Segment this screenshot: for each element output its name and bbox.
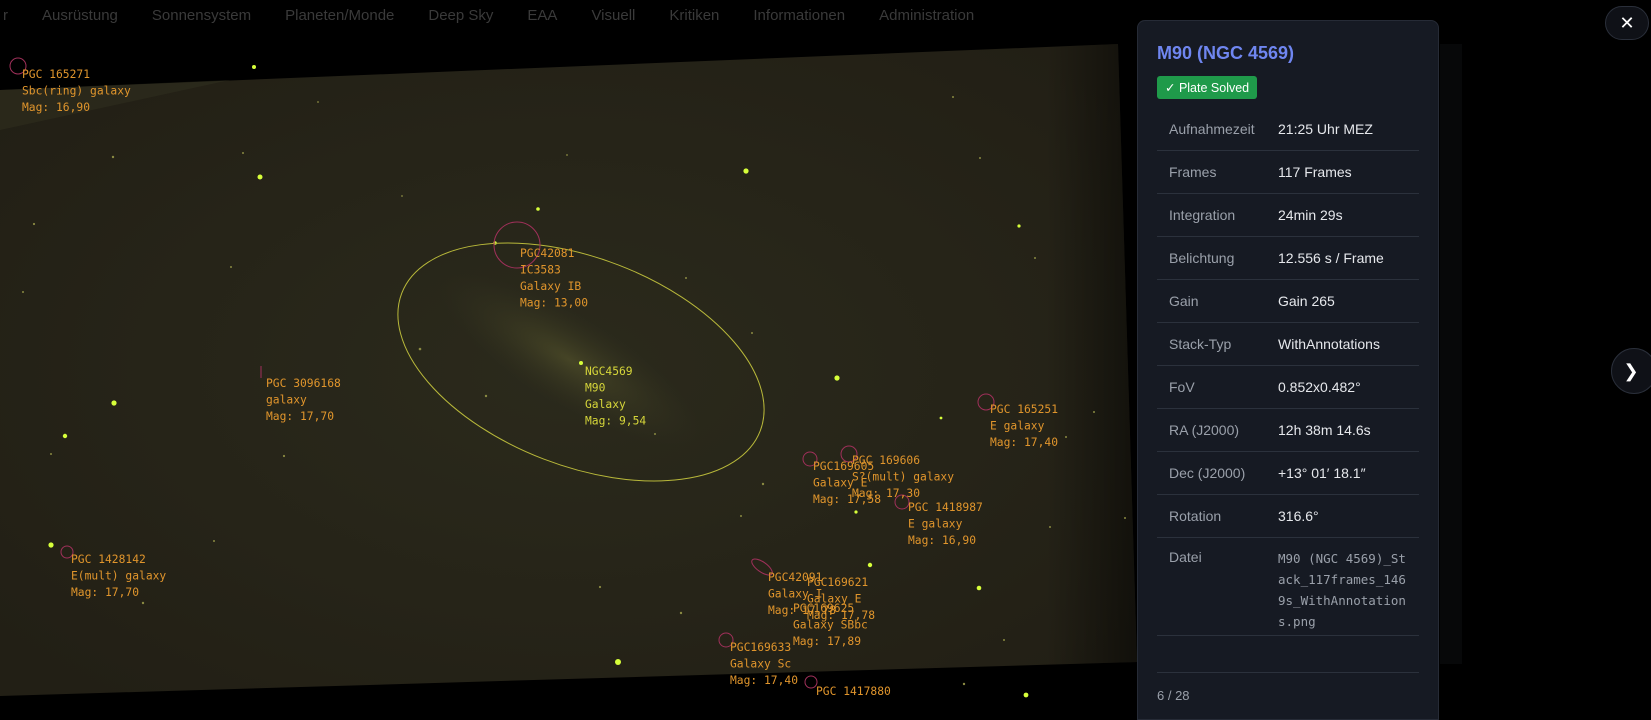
meta-row-integration: Integration 24min 29s [1157,194,1419,237]
meta-label: RA (J2000) [1169,422,1240,438]
annotation-pgc169633: PGC169633 Galaxy Sc Mag: 17,40 [730,641,798,687]
close-button[interactable]: ✕ [1605,6,1649,40]
close-icon: ✕ [1619,12,1635,33]
meta-row-belichtung: Belichtung 12.556 s / Frame [1157,237,1419,280]
meta-label: Aufnahmezeit [1169,121,1255,137]
meta-value: 12.556 s / Frame [1278,250,1384,266]
meta-label: Dec (J2000) [1169,465,1246,481]
meta-label: Integration [1169,207,1236,223]
meta-value: 0.852x0.482° [1278,379,1361,395]
image-detail-panel: M90 (NGC 4569) ✓ Plate Solved Aufnahmeze… [1137,20,1439,720]
meta-value: Gain 265 [1278,293,1335,309]
meta-row-frames: Frames 117 Frames [1157,151,1419,194]
meta-row-datei: Datei M90 (NGC 4569)_Stack_117frames_146… [1157,538,1419,636]
next-image-button[interactable]: ❯ [1611,348,1651,394]
meta-value: 12h 38m 14.6s [1278,422,1371,438]
meta-label: Datei [1169,549,1202,565]
meta-label: Stack-Typ [1169,336,1232,352]
meta-label: Belichtung [1169,250,1235,266]
meta-label: Frames [1169,164,1217,180]
background-strip [1440,44,1462,664]
meta-row-rotation: Rotation 316.6° [1157,495,1419,538]
meta-value: +13° 01′ 18.1″ [1278,465,1366,481]
meta-value: 316.6° [1278,508,1319,524]
metadata-table: Aufnahmezeit 21:25 Uhr MEZ Frames 117 Fr… [1157,108,1419,636]
plate-solved-badge: ✓ Plate Solved [1157,76,1258,99]
chevron-right-icon: ❯ [1623,360,1639,381]
panel-title: M90 (NGC 4569) [1157,43,1295,63]
meta-value: WithAnnotations [1278,336,1380,352]
meta-value: 24min 29s [1278,207,1343,223]
meta-row-ra: RA (J2000) 12h 38m 14.6s [1157,409,1419,452]
image-counter: 6 / 28 [1157,672,1419,703]
meta-row-stack-typ: Stack-Typ WithAnnotations [1157,323,1419,366]
meta-value: 21:25 Uhr MEZ [1278,121,1373,137]
meta-row-fov: FoV 0.852x0.482° [1157,366,1419,409]
file-name: M90 (NGC 4569)_Stack_117frames_1469s_Wit… [1278,551,1406,629]
meta-label: Gain [1169,293,1199,309]
meta-value: 117 Frames [1278,164,1352,180]
meta-row-aufnahmezeit: Aufnahmezeit 21:25 Uhr MEZ [1157,108,1419,151]
annotation-pgc169621: PGC169621 Galaxy E Mag: 17,78 [807,576,875,622]
meta-label: Rotation [1169,508,1222,524]
annotation-pgc1417880: PGC 1417880 [816,685,891,698]
meta-row-dec: Dec (J2000) +13° 01′ 18.1″ [1157,452,1419,495]
meta-row-gain: Gain Gain 265 [1157,280,1419,323]
meta-label: FoV [1169,379,1195,395]
